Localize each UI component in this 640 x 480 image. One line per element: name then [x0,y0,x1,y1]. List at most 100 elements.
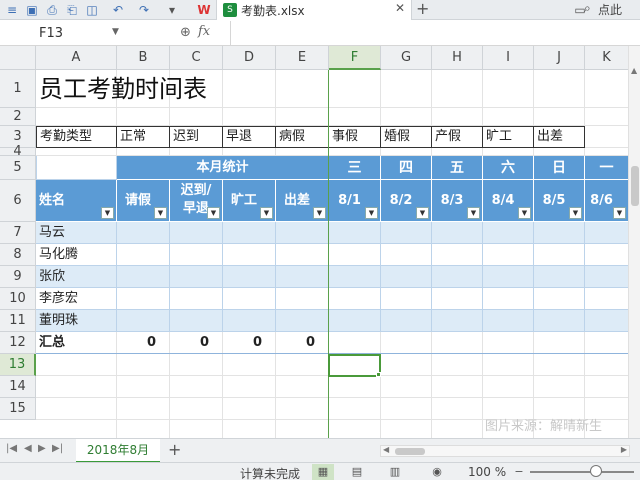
attendance-cell[interactable] [329,288,381,310]
page-layout-view-icon[interactable]: ▥ [384,464,406,480]
row-header-6[interactable]: 6 [0,180,36,222]
row-header-8[interactable]: 8 [0,244,36,266]
prev-sheet-icon[interactable]: ◀ [24,443,32,454]
last-sheet-icon[interactable]: ▶| [52,443,63,454]
row-header-10[interactable]: 10 [0,288,36,310]
attendance-cell[interactable] [276,288,329,310]
attendance-cell[interactable] [329,266,381,288]
row-header-9[interactable]: 9 [0,266,36,288]
filter-dropdown-icon[interactable]: ▼ [260,207,273,219]
attendance-type[interactable]: 旷工 [483,126,534,148]
employee-name[interactable]: 马云 [36,222,117,244]
employee-name[interactable]: 张欣 [36,266,117,288]
column-header-a[interactable]: A [36,46,117,70]
blank-header-cell[interactable] [36,156,117,180]
scroll-up-icon[interactable]: ▲ [631,66,637,75]
formula-input[interactable] [232,23,632,44]
attendance-cell[interactable] [432,222,483,244]
horizontal-scrollbar[interactable]: ◀ ▶ [380,445,630,457]
column-header-b[interactable]: B [117,46,170,70]
attendance-cell[interactable] [117,244,170,266]
zoom-level[interactable]: 100 % [468,465,506,479]
attendance-cell[interactable] [585,222,628,244]
attendance-cell[interactable] [585,310,628,332]
vertical-scrollbar[interactable]: ▲ [628,46,640,438]
attendance-cell[interactable] [483,288,534,310]
scroll-right-icon[interactable]: ▶ [621,445,627,454]
attendance-cell[interactable] [483,244,534,266]
column-header-f[interactable]: F [329,46,381,70]
attendance-cell[interactable] [432,288,483,310]
spreadsheet-grid[interactable]: A B C D E F G H I J K 1 2 3 4 5 6 7 8 9 10 11 12 13 14 15 员工考勤时间表考… [0,46,628,438]
filter-dropdown-icon[interactable]: ▼ [518,207,531,219]
row-header-1[interactable]: 1 [0,70,36,108]
filter-dropdown-icon[interactable]: ▼ [365,207,378,219]
attendance-type[interactable]: 正常 [117,126,170,148]
column-header-k[interactable]: K [585,46,628,70]
filter-dropdown-icon[interactable]: ▼ [101,207,114,219]
redo-icon[interactable]: ↷ [136,2,152,18]
attendance-cell[interactable] [170,244,223,266]
attendance-cell[interactable] [534,288,585,310]
attendance-cell[interactable] [329,310,381,332]
zoom-slider[interactable] [530,471,634,473]
eye-protection-icon[interactable]: ◉ [426,464,448,480]
attendance-type[interactable]: 迟到 [170,126,223,148]
attendance-cell[interactable] [483,310,534,332]
row-header-12[interactable]: 12 [0,332,36,354]
attendance-cell[interactable] [223,222,276,244]
column-header-h[interactable]: H [432,46,483,70]
attendance-cell[interactable] [381,288,432,310]
column-header-d[interactable]: D [223,46,276,70]
attendance-cell[interactable] [483,222,534,244]
next-sheet-icon[interactable]: ▶ [38,443,46,454]
attendance-type[interactable]: 事假 [329,126,381,148]
row-header-14[interactable]: 14 [0,376,36,398]
attendance-cell[interactable] [329,244,381,266]
attendance-cell[interactable] [223,310,276,332]
normal-view-icon[interactable]: ▦ [312,464,334,480]
weekday-header[interactable]: 五 [432,156,483,180]
filter-dropdown-icon[interactable]: ▼ [569,207,582,219]
page-break-view-icon[interactable]: ▤ [346,464,368,480]
monthly-stats-header[interactable]: 本月统计 [117,156,329,180]
attendance-cell[interactable] [117,310,170,332]
wps-logo-icon[interactable]: W [196,2,212,18]
employee-name[interactable]: 李彦宏 [36,288,117,310]
fill-handle[interactable] [376,372,381,377]
attendance-cell[interactable] [223,244,276,266]
column-header-i[interactable]: I [483,46,534,70]
attendance-cell[interactable] [585,244,628,266]
attendance-type[interactable]: 病假 [276,126,329,148]
filter-dropdown-icon[interactable]: ▼ [416,207,429,219]
zoom-out-icon[interactable]: − [508,464,530,480]
attendance-cell[interactable] [276,222,329,244]
weekday-header[interactable]: 三 [329,156,381,180]
attendance-type[interactable]: 早退 [223,126,276,148]
attendance-cell[interactable] [534,222,585,244]
attendance-type[interactable]: 婚假 [381,126,432,148]
attendance-cell[interactable] [170,266,223,288]
column-header-j[interactable]: J [534,46,585,70]
name-box[interactable]: F13 [2,23,126,44]
attendance-type[interactable]: 产假 [432,126,483,148]
close-tab-icon[interactable]: ✕ [395,1,405,15]
attendance-cell[interactable] [381,310,432,332]
page-title[interactable]: 员工考勤时间表 [36,70,432,108]
attendance-cell[interactable] [534,244,585,266]
undo-icon[interactable]: ↶ [110,2,126,18]
attendance-cell[interactable] [223,288,276,310]
attendance-cell[interactable] [432,310,483,332]
attendance-type-label[interactable]: 考勤类型 [36,126,117,148]
summary-label[interactable]: 汇总 [36,332,117,354]
new-tab-icon[interactable]: + [416,0,429,18]
help-search-label[interactable]: 点此 [598,1,622,18]
filter-dropdown-icon[interactable]: ▼ [613,207,626,219]
menu-icon[interactable]: ≡ [4,2,20,18]
select-all-corner[interactable] [0,46,36,70]
attendance-cell[interactable] [117,288,170,310]
attendance-cell[interactable] [585,288,628,310]
print-preview-icon[interactable]: ◫ [84,2,100,18]
weekday-header[interactable]: 四 [381,156,432,180]
zoom-search-icon[interactable]: ⊕ [180,25,191,40]
